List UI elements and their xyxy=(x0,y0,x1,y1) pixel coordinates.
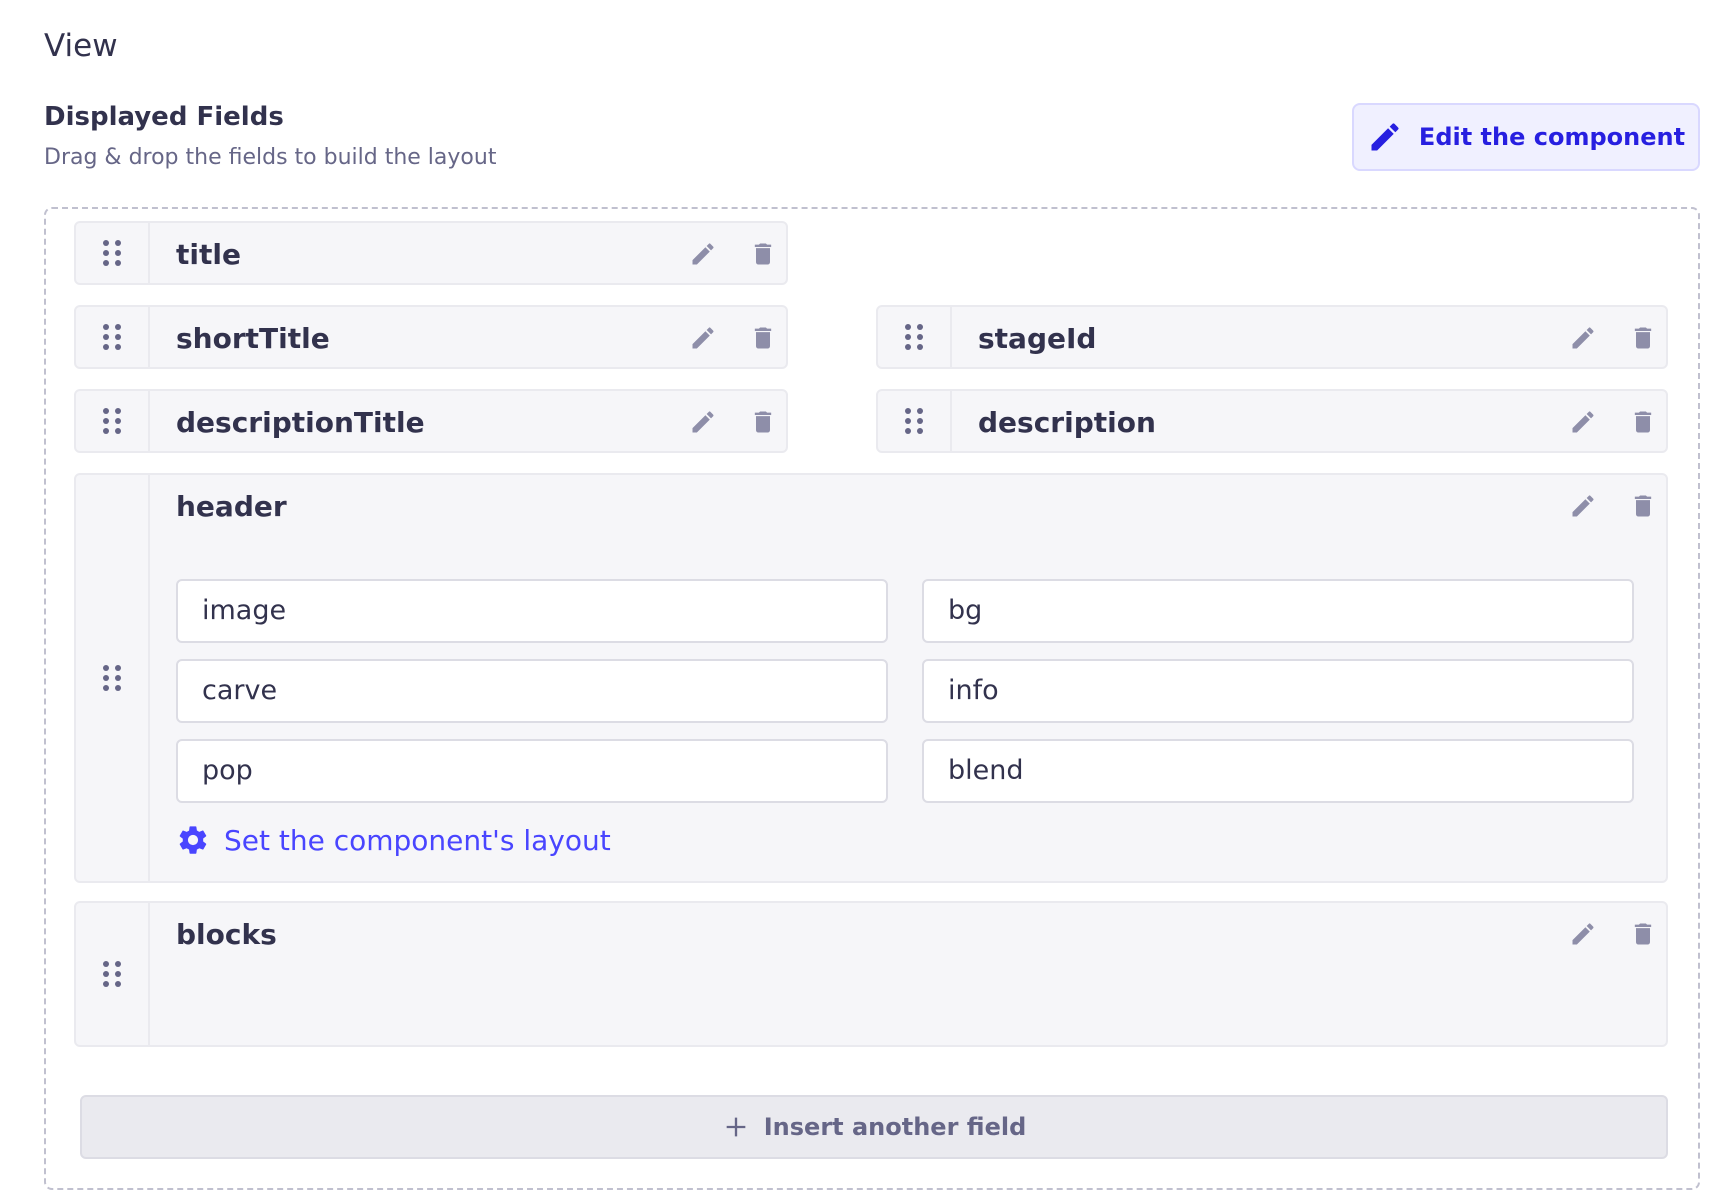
field-label: shortTitle xyxy=(176,322,330,355)
field-blocks[interactable]: blocks xyxy=(74,901,1668,1047)
delete-field-trash-icon[interactable] xyxy=(748,323,778,353)
field-stageId[interactable]: stageId xyxy=(876,305,1668,369)
edit-field-pencil-icon[interactable] xyxy=(688,239,718,269)
displayed-fields-title: Displayed Fields xyxy=(44,102,284,132)
edit-field-pencil-icon[interactable] xyxy=(1568,323,1598,353)
displayed-fields-subtitle: Drag & drop the fields to build the layo… xyxy=(44,145,497,170)
edit-field-pencil-icon[interactable] xyxy=(688,323,718,353)
drag-handle-icon xyxy=(905,408,923,434)
drag-handle[interactable] xyxy=(76,903,150,1045)
sub-field-pop[interactable]: pop xyxy=(176,739,888,803)
field-label: title xyxy=(176,238,241,271)
set-component-layout-label: Set the component's layout xyxy=(224,823,611,857)
sub-field-info[interactable]: info xyxy=(922,659,1634,723)
edit-field-pencil-icon[interactable] xyxy=(1568,407,1598,437)
drag-handle[interactable] xyxy=(76,307,150,367)
drag-handle[interactable] xyxy=(76,475,150,881)
drag-handle-icon xyxy=(103,240,121,266)
plus-icon xyxy=(726,1117,746,1137)
field-label: header xyxy=(176,490,287,523)
drag-handle-icon xyxy=(103,408,121,434)
pencil-icon xyxy=(1371,123,1399,151)
field-header-component[interactable]: header image bg carve info pop blend Set… xyxy=(74,473,1668,883)
delete-field-trash-icon[interactable] xyxy=(748,407,778,437)
drag-handle[interactable] xyxy=(878,307,952,367)
delete-field-trash-icon[interactable] xyxy=(1628,491,1658,521)
drag-handle[interactable] xyxy=(76,391,150,451)
edit-field-pencil-icon[interactable] xyxy=(688,407,718,437)
delete-field-trash-icon[interactable] xyxy=(1628,407,1658,437)
insert-another-field-button[interactable]: Insert another field xyxy=(80,1095,1668,1159)
set-component-layout-link[interactable]: Set the component's layout xyxy=(176,823,611,857)
view-title: View xyxy=(44,28,118,64)
drag-handle[interactable] xyxy=(878,391,952,451)
field-label: stageId xyxy=(978,322,1097,355)
sub-field-image[interactable]: image xyxy=(176,579,888,643)
edit-component-button[interactable]: Edit the component xyxy=(1352,103,1700,171)
edit-component-label: Edit the component xyxy=(1418,123,1686,151)
edit-field-pencil-icon[interactable] xyxy=(1568,491,1598,521)
field-description[interactable]: description xyxy=(876,389,1668,453)
sub-field-bg[interactable]: bg xyxy=(922,579,1634,643)
insert-another-field-label: Insert another field xyxy=(763,1113,1027,1141)
field-shortTitle[interactable]: shortTitle xyxy=(74,305,788,369)
field-label: description xyxy=(978,406,1156,439)
page: View Displayed Fields Drag & drop the fi… xyxy=(0,0,1716,1200)
drag-handle[interactable] xyxy=(76,223,150,283)
field-label: descriptionTitle xyxy=(176,406,425,439)
drag-handle-icon xyxy=(905,324,923,350)
drag-handle-icon xyxy=(103,961,121,987)
delete-field-trash-icon[interactable] xyxy=(748,239,778,269)
delete-field-trash-icon[interactable] xyxy=(1628,323,1658,353)
field-descriptionTitle[interactable]: descriptionTitle xyxy=(74,389,788,453)
field-title[interactable]: title xyxy=(74,221,788,285)
drag-handle-icon xyxy=(103,665,121,691)
layout-dropzone: title shortTitle stageId descriptionTitl… xyxy=(44,207,1700,1190)
drag-handle-icon xyxy=(103,324,121,350)
edit-field-pencil-icon[interactable] xyxy=(1568,919,1598,949)
sub-field-blend[interactable]: blend xyxy=(922,739,1634,803)
delete-field-trash-icon[interactable] xyxy=(1628,919,1658,949)
sub-field-carve[interactable]: carve xyxy=(176,659,888,723)
field-label: blocks xyxy=(176,918,277,951)
gear-icon xyxy=(179,826,207,854)
